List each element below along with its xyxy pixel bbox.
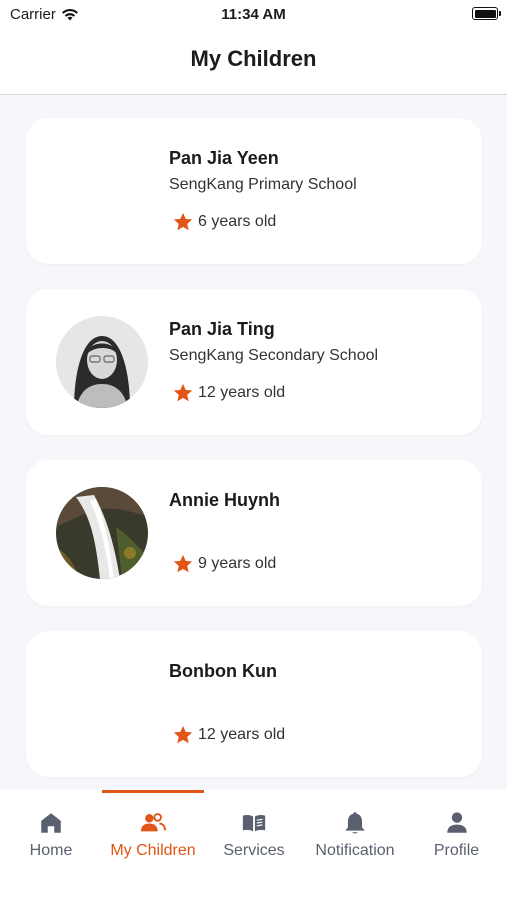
avatar [56,316,148,408]
child-card[interactable]: Annie Huynh 9 years old [26,460,482,606]
child-school: SengKang Primary School [169,176,357,193]
child-card[interactable]: Bonbon Kun 12 years old [26,631,482,777]
tab-my-children[interactable]: My Children [102,790,204,880]
avatar [56,487,148,579]
child-age-label: 9 years old [198,555,277,572]
bell-icon [345,812,365,834]
tab-label: Profile [433,842,480,859]
tab-home[interactable]: Home [0,790,102,880]
people-icon [140,813,166,832]
child-age: 12 years old [172,724,285,746]
battery-icon [472,7,501,20]
waterfall-avatar-image [56,487,148,579]
child-card[interactable]: Pan Jia Ting SengKang Secondary School 1… [26,289,482,435]
tab-notification[interactable]: Notification [304,790,406,880]
status-time: 11:34 AM [221,6,286,23]
child-name: Annie Huynh [169,490,280,510]
book-icon [242,814,266,832]
person-icon [446,812,467,833]
home-icon [41,813,61,833]
page-title: My Children [190,46,317,71]
star-icon [173,725,193,744]
child-card[interactable]: Pan Jia Yeen SengKang Primary School 6 y… [26,118,482,264]
status-bar: Carrier 11:34 AM [0,0,507,30]
child-age: 6 years old [172,211,276,233]
child-name: Pan Jia Yeen [169,148,279,168]
tab-label: Home [29,842,73,859]
child-age-label: 12 years old [198,726,286,743]
star-icon [173,212,193,231]
portrait-avatar-image [56,316,148,408]
tab-label: Services [223,842,285,859]
tab-bar: Home My Children Services Notification P… [0,790,507,900]
star-icon [173,554,193,573]
tab-label: Notification [315,842,395,859]
child-school: SengKang Secondary School [169,347,379,364]
child-age: 12 years old [172,382,285,404]
child-name: Bonbon Kun [169,661,277,681]
nav-header: My Children [0,30,507,95]
tab-profile[interactable]: Profile [406,790,507,880]
child-age: 9 years old [172,553,276,575]
star-icon [173,383,193,402]
child-name: Pan Jia Ting [169,319,275,339]
tab-services[interactable]: Services [204,790,304,880]
child-age-label: 12 years old [198,384,286,401]
child-age-label: 6 years old [198,213,277,230]
tab-label: My Children [110,842,196,859]
